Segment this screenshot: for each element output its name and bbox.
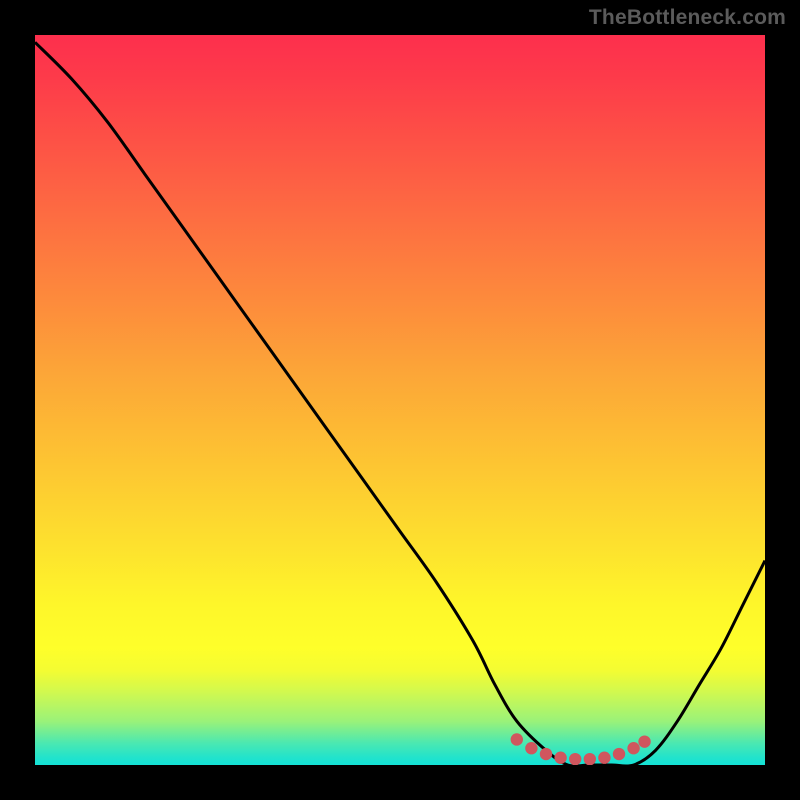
dot (540, 748, 552, 760)
dot (627, 742, 639, 754)
dot (638, 735, 650, 747)
dot (554, 752, 566, 764)
watermark-text: TheBottleneck.com (589, 6, 786, 30)
dot (511, 733, 523, 745)
dot (569, 753, 581, 765)
dot (584, 753, 596, 765)
dots-svg (35, 35, 765, 765)
plot-area (35, 35, 765, 765)
dot (613, 748, 625, 760)
dot (598, 752, 610, 764)
chart-container: TheBottleneck.com (0, 0, 800, 800)
highlight-dots (511, 733, 651, 765)
dot (525, 742, 537, 754)
